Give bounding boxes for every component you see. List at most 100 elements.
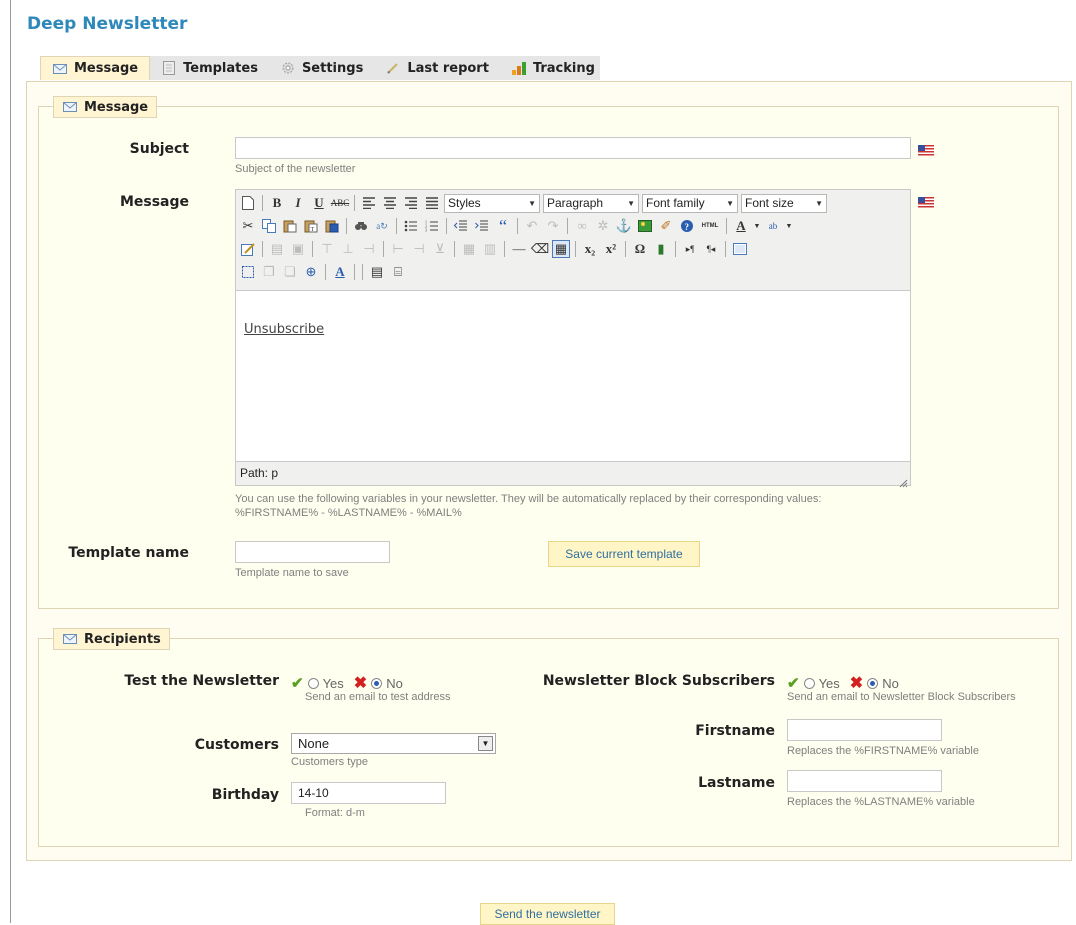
editor-toolbar-row: ✂ T a↻ 1 2 3 “ ↶ ↷ ∞ ✲ ⚓ ✐ ? HTML A ▼ ab… [239, 215, 793, 237]
unsubscribe-link[interactable]: Unsubscribe [244, 322, 324, 337]
horizontal-rule-icon[interactable]: — [510, 240, 528, 258]
edit-cell-icon[interactable] [239, 240, 257, 258]
superscript-icon[interactable]: x² [602, 240, 620, 258]
insert-layer-icon[interactable] [239, 263, 257, 281]
editor-content-area[interactable]: Unsubscribe [236, 290, 910, 462]
media-icon[interactable]: ▮ [652, 240, 670, 258]
style-props-icon[interactable]: A [331, 263, 349, 281]
block-subscribers-yes-radio[interactable] [803, 677, 815, 689]
strikethrough-icon[interactable]: ABC [331, 194, 350, 212]
image-icon[interactable] [636, 217, 654, 235]
tab-message[interactable]: Message [40, 56, 151, 80]
bold-icon[interactable]: B [268, 194, 286, 212]
indent-icon[interactable] [473, 217, 491, 235]
replace-icon[interactable]: a↻ [373, 217, 391, 235]
cross-icon: ✖ [353, 675, 368, 692]
html-source-icon[interactable]: HTML [699, 217, 721, 235]
fullscreen-icon[interactable] [731, 240, 749, 258]
find-icon[interactable] [352, 217, 370, 235]
insert-col-before-icon[interactable]: ⊢ [389, 240, 407, 258]
template-name-label: Template name [68, 545, 189, 561]
customers-select[interactable]: None ▼ [291, 733, 496, 754]
bullet-list-icon[interactable] [402, 217, 420, 235]
insert-row-before-icon[interactable]: ⊤ [318, 240, 336, 258]
link-icon[interactable]: ∞ [573, 217, 591, 235]
insert-row-after-icon[interactable]: ⊥ [339, 240, 357, 258]
merge-cells-icon[interactable]: ▥ [481, 240, 499, 258]
dropdown-arrow-icon[interactable]: ▼ [753, 217, 761, 235]
table-row-props-icon[interactable]: ▤ [268, 240, 286, 258]
new-document-icon[interactable] [239, 194, 257, 212]
paste-word-icon[interactable] [323, 217, 341, 235]
svg-text:3: 3 [425, 228, 427, 233]
copy-icon[interactable] [260, 217, 278, 235]
dropdown-arrow-icon: ▼ [478, 736, 493, 751]
block-subscribers-no-radio[interactable] [867, 677, 879, 689]
outdent-icon[interactable] [452, 217, 470, 235]
save-template-button[interactable]: Save current template [548, 541, 700, 567]
delete-row-icon[interactable]: ⊣ [360, 240, 378, 258]
visual-aid-icon[interactable]: ▦ [552, 240, 570, 258]
paste-text-icon[interactable]: T [302, 217, 320, 235]
styles-select[interactable]: Styles ▼ [444, 193, 540, 213]
test-no-radio[interactable] [371, 677, 383, 689]
cleanup-icon[interactable]: ✐ [657, 217, 675, 235]
send-newsletter-button[interactable]: Send the newsletter [480, 903, 615, 925]
move-forward-icon[interactable]: ❐ [260, 263, 278, 281]
align-center-icon[interactable] [381, 194, 399, 212]
lastname-input[interactable] [787, 770, 942, 792]
eraser-icon[interactable]: ⌫ [531, 240, 549, 258]
move-backward-icon[interactable]: ❏ [281, 263, 299, 281]
tab-last-report[interactable]: Last report [374, 56, 500, 80]
underline-icon[interactable]: U [310, 194, 328, 212]
table-cell-props-icon[interactable]: ▣ [289, 240, 307, 258]
align-justify-icon[interactable] [423, 194, 441, 212]
highlight-color-icon[interactable]: ab [764, 217, 782, 235]
toolbar-separator [383, 241, 384, 257]
paste-icon[interactable] [281, 217, 299, 235]
font-family-select[interactable]: Font family ▼ [642, 193, 738, 213]
italic-icon[interactable]: I [289, 194, 307, 212]
numbered-list-icon[interactable]: 123 [423, 217, 441, 235]
font-size-select[interactable]: Font size ▼ [741, 193, 827, 213]
page-break-icon[interactable]: ⌸ [389, 263, 407, 281]
cut-icon[interactable]: ✂ [239, 217, 257, 235]
toolbar-separator [312, 241, 313, 257]
align-right-icon[interactable] [402, 194, 420, 212]
firstname-input[interactable] [787, 719, 942, 741]
template-icon[interactable]: ▤ [368, 263, 386, 281]
insert-col-after-icon[interactable]: ⊣ [410, 240, 428, 258]
test-yes-radio[interactable] [307, 677, 319, 689]
template-name-hint: Template name to save [235, 567, 349, 579]
resize-handle-icon[interactable] [898, 473, 908, 488]
tab-tracking[interactable]: Tracking [500, 56, 606, 80]
check-icon: ✔ [787, 675, 800, 692]
paragraph-select[interactable]: Paragraph ▼ [543, 193, 639, 213]
recipients-fieldset: Recipients Test the Newsletter ✔ Yes ✖ N… [38, 628, 1059, 847]
anchor-icon[interactable]: ⚓ [615, 217, 633, 235]
toolbar-separator [354, 264, 355, 280]
align-left-icon[interactable] [360, 194, 378, 212]
undo-icon[interactable]: ↶ [523, 217, 541, 235]
us-flag-icon [918, 193, 934, 208]
subscript-icon[interactable]: x₂ [581, 240, 599, 258]
block-subscribers-radio-group: ✔ Yes ✖ No [787, 673, 899, 693]
lastname-hint: Replaces the %LASTNAME% variable [787, 796, 975, 808]
split-cells-icon[interactable]: ▦ [460, 240, 478, 258]
redo-icon[interactable]: ↷ [544, 217, 562, 235]
birthday-input[interactable] [291, 782, 446, 804]
absolute-icon[interactable]: ⊕ [302, 263, 320, 281]
tab-templates[interactable]: Templates [150, 56, 269, 80]
tab-settings[interactable]: Settings [269, 56, 374, 80]
ltr-icon[interactable]: ▸¶ [681, 240, 699, 258]
help-icon[interactable]: ? [678, 217, 696, 235]
delete-col-icon[interactable]: ⊻ [431, 240, 449, 258]
blockquote-icon[interactable]: “ [494, 216, 512, 236]
template-name-input[interactable] [235, 541, 390, 563]
special-char-icon[interactable]: Ω [631, 240, 649, 258]
unlink-icon[interactable]: ✲ [594, 217, 612, 235]
text-color-icon[interactable]: A [732, 217, 750, 235]
rtl-icon[interactable]: ¶◂ [702, 240, 720, 258]
dropdown-arrow-icon[interactable]: ▼ [785, 217, 793, 235]
subject-input[interactable] [235, 137, 911, 159]
